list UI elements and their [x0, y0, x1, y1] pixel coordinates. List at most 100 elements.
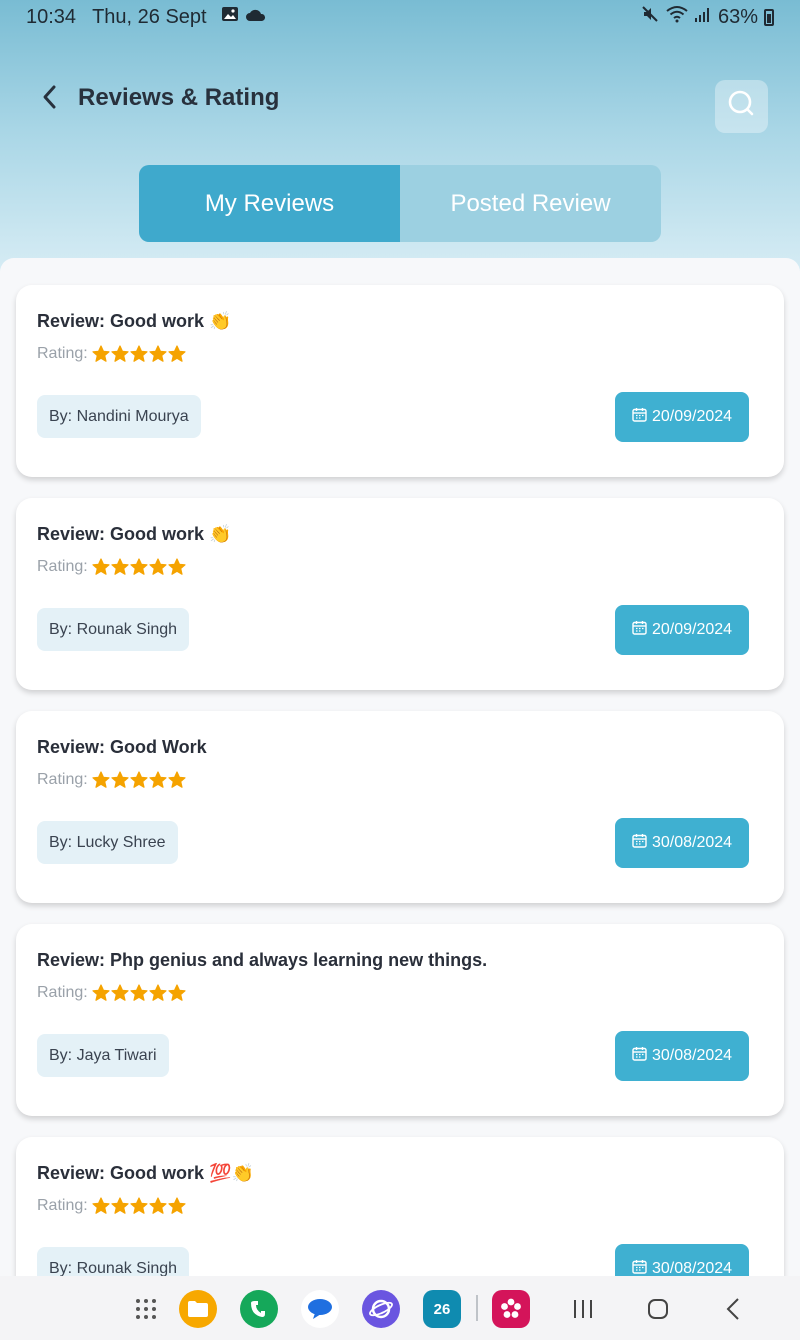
rating-row: Rating: [37, 1197, 186, 1215]
star-icon [111, 345, 129, 363]
author-badge: By: Nandini Mourya [37, 395, 201, 438]
calendar-icon [632, 1259, 647, 1276]
review-date: 20/09/2024 [651, 621, 733, 638]
cloud-icon [245, 6, 267, 29]
review-card[interactable]: Review: Php genius and always learning n… [16, 924, 784, 1116]
calendar-icon [632, 1046, 647, 1066]
phone-icon[interactable] [240, 1290, 278, 1328]
star-icon [130, 558, 148, 576]
gallery-icon[interactable] [492, 1290, 530, 1328]
review-card[interactable]: Review: Good Work Rating: By: Lucky Shre… [16, 711, 784, 903]
rating-row: Rating: [37, 558, 186, 576]
date-badge: 30/08/2024 [615, 818, 749, 868]
chevron-left-icon [40, 84, 58, 115]
review-date: 30/08/2024 [651, 1047, 733, 1064]
star-icon [111, 984, 129, 1002]
review-card[interactable]: Review: Good work 👏 Rating: By: Rounak S… [16, 498, 784, 690]
back-icon[interactable] [714, 1290, 752, 1328]
status-date: Thu, 26 Sept [92, 5, 207, 28]
review-card[interactable]: Review: Good work 👏 Rating: By: Nandini … [16, 285, 784, 477]
calendar-icon[interactable]: 26 [423, 1290, 461, 1328]
author-badge: By: Rounak Singh [37, 608, 190, 651]
top-app-bar: Reviews & Rating [0, 72, 800, 133]
signal-icon [694, 6, 712, 29]
search-button[interactable] [715, 80, 768, 133]
star-icon [130, 1197, 148, 1215]
calendar-icon [632, 833, 647, 853]
star-icon [149, 771, 167, 789]
star-icon [130, 345, 148, 363]
rating-label: Rating: [37, 1197, 88, 1214]
system-navigation-bar: 26 [0, 1276, 800, 1340]
rating-label: Rating: [37, 984, 88, 1001]
rating-label: Rating: [37, 558, 88, 575]
star-icon [149, 558, 167, 576]
back-button[interactable] [34, 84, 64, 114]
rating-row: Rating: [37, 984, 186, 1002]
star-icon [168, 345, 186, 363]
star-icon [130, 771, 148, 789]
star-icon [111, 558, 129, 576]
battery-icon [764, 8, 774, 26]
review-title: Review: Good work 💯👏 [37, 1163, 254, 1183]
date-badge: 30/08/2024 [615, 1244, 749, 1276]
star-icon [149, 345, 167, 363]
rating-row: Rating: [37, 345, 186, 363]
review-title: Review: Good Work [37, 737, 207, 757]
star-rating [92, 345, 186, 363]
battery-percentage: 63% [717, 5, 758, 28]
star-icon [149, 1197, 167, 1215]
date-badge: 30/08/2024 [615, 1031, 749, 1081]
review-card[interactable]: Review: Good work 💯👏 Rating: By: Rounak … [16, 1137, 784, 1276]
calendar-icon [632, 620, 647, 640]
star-icon [149, 984, 167, 1002]
star-rating [92, 558, 186, 576]
star-icon [92, 345, 110, 363]
rating-row: Rating: [37, 771, 186, 789]
star-rating [92, 1197, 186, 1215]
rating-label: Rating: [37, 345, 88, 362]
messages-icon[interactable] [301, 1290, 339, 1328]
apps-grid-icon[interactable] [127, 1290, 165, 1328]
star-rating [92, 984, 186, 1002]
star-icon [168, 771, 186, 789]
mute-icon [640, 4, 660, 30]
star-icon [92, 1197, 110, 1215]
star-icon [92, 771, 110, 789]
reviews-list[interactable]: Review: Good work 👏 Rating: By: Nandini … [0, 258, 800, 1276]
calendar-day: 26 [433, 1300, 451, 1318]
home-icon[interactable] [639, 1290, 677, 1328]
review-title: Review: Good work 👏 [37, 311, 232, 331]
status-right: 63% [640, 4, 774, 30]
review-date: 20/09/2024 [651, 408, 733, 425]
star-icon [92, 558, 110, 576]
wifi-icon [666, 5, 688, 29]
status-bar: 10:34 Thu, 26 Sept 63% [0, 0, 800, 34]
browser-icon[interactable] [362, 1290, 400, 1328]
star-rating [92, 771, 186, 789]
review-tabs: My Reviews Posted Review [139, 165, 661, 242]
status-time: 10:34 [26, 5, 77, 28]
star-icon [168, 558, 186, 576]
star-icon [111, 1197, 129, 1215]
nav-divider [476, 1295, 478, 1321]
files-icon[interactable] [179, 1290, 217, 1328]
review-date: 30/08/2024 [651, 834, 733, 851]
search-icon [727, 89, 757, 124]
star-icon [130, 984, 148, 1002]
review-date: 30/08/2024 [651, 1260, 733, 1276]
star-icon [168, 984, 186, 1002]
star-icon [92, 984, 110, 1002]
tab-my-reviews[interactable]: My Reviews [139, 165, 400, 242]
review-title: Review: Good work 👏 [37, 524, 232, 544]
author-badge: By: Jaya Tiwari [37, 1034, 169, 1077]
page-title: Reviews & Rating [78, 84, 280, 111]
tab-posted-review[interactable]: Posted Review [400, 165, 661, 242]
header-background [0, 0, 800, 290]
rating-label: Rating: [37, 771, 88, 788]
star-icon [111, 771, 129, 789]
review-title: Review: Php genius and always learning n… [37, 950, 488, 970]
calendar-icon [632, 407, 647, 427]
star-icon [168, 1197, 186, 1215]
recents-icon[interactable] [564, 1290, 602, 1328]
